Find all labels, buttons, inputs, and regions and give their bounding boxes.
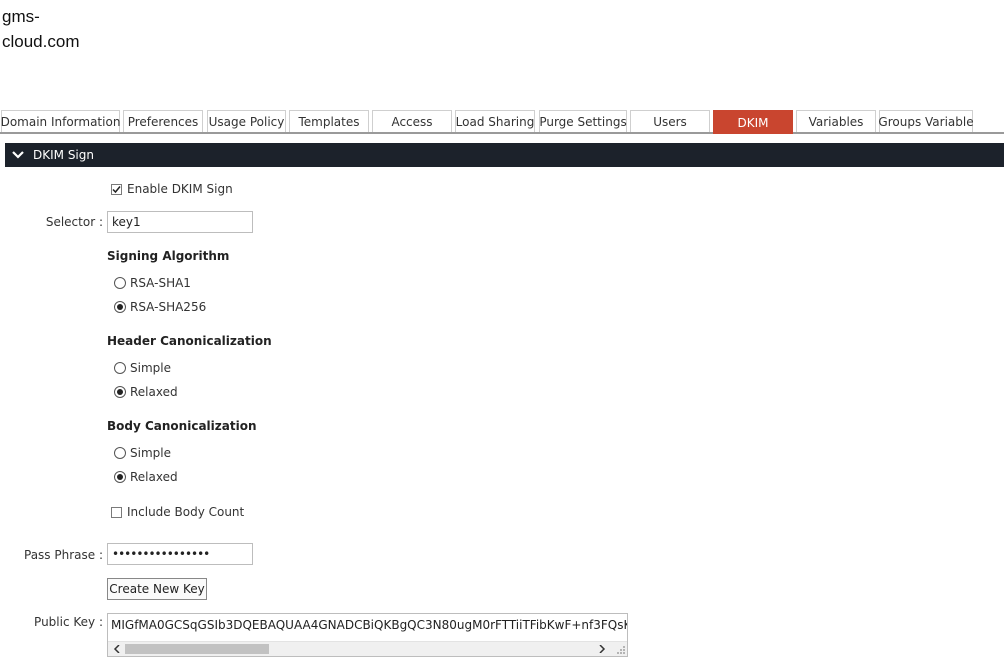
include-body-count-row[interactable]: Include Body Count (111, 504, 244, 520)
horizontal-scrollbar[interactable] (108, 641, 627, 656)
radio-button[interactable] (114, 386, 126, 398)
section-title: DKIM Sign (33, 148, 94, 162)
include-body-count-label: Include Body Count (127, 505, 245, 519)
radio-button[interactable] (114, 301, 126, 313)
tab-purge-settings[interactable]: Purge Settings (539, 110, 627, 132)
scroll-left-arrow-icon[interactable] (110, 643, 124, 655)
tab-templates[interactable]: Templates (289, 110, 369, 132)
public-key-value: MIGfMA0GCSqGSIb3DQEBAQUAA4GNADCBiQKBgQC3… (111, 618, 628, 632)
radio-label: Simple (130, 361, 171, 375)
radio-button[interactable] (114, 471, 126, 483)
include-body-count-checkbox[interactable] (111, 506, 122, 518)
tab-dkim[interactable]: DKIM (713, 110, 793, 134)
pass-phrase-input[interactable]: •••••••••••••••• (107, 543, 253, 565)
radio-label: Relaxed (130, 385, 178, 399)
radio-header-relaxed[interactable]: Relaxed (114, 384, 178, 400)
enable-dkim-row[interactable]: Enable DKIM Sign (111, 181, 233, 197)
radio-button[interactable] (114, 447, 126, 459)
body-canonicalization-heading: Body Canonicalization (107, 419, 257, 433)
tab-groups-variable[interactable]: Groups Variable (878, 110, 974, 132)
domain-title: gms- cloud.com (2, 4, 122, 54)
tab-domain-information[interactable]: Domain Information (1, 110, 120, 132)
pass-phrase-label: Pass Phrase : (24, 548, 103, 562)
radio-header-simple[interactable]: Simple (114, 360, 171, 376)
scrollbar-thumb[interactable] (125, 644, 269, 654)
tab-access[interactable]: Access (372, 110, 452, 132)
radio-label: RSA-SHA1 (130, 276, 191, 290)
section-header-dkim-sign[interactable]: DKIM Sign (5, 143, 1004, 167)
radio-button[interactable] (114, 362, 126, 374)
header-canonicalization-heading: Header Canonicalization (107, 334, 272, 348)
tab-usage-policy[interactable]: Usage Policy (207, 110, 286, 132)
tab-bar: Domain Information Preferences Usage Pol… (0, 110, 1004, 134)
tab-preferences[interactable]: Preferences (123, 110, 203, 132)
chevron-down-icon (12, 151, 24, 159)
radio-label: RSA-SHA256 (130, 300, 207, 314)
tab-variables[interactable]: Variables (796, 110, 876, 132)
scroll-right-arrow-icon[interactable] (595, 643, 609, 655)
enable-dkim-checkbox[interactable] (111, 183, 122, 195)
signing-algorithm-heading: Signing Algorithm (107, 249, 230, 263)
domain-title-line2: cloud.com (2, 32, 80, 51)
radio-label: Relaxed (130, 470, 178, 484)
radio-body-relaxed[interactable]: Relaxed (114, 469, 178, 485)
checkmark-icon (112, 185, 121, 193)
radio-button[interactable] (114, 277, 126, 289)
create-new-key-button[interactable]: Create New Key (107, 578, 207, 600)
radio-rsa-sha256[interactable]: RSA-SHA256 (114, 299, 206, 315)
tab-load-sharing[interactable]: Load Sharing (455, 110, 535, 132)
public-key-label: Public Key : (34, 615, 103, 629)
domain-title-line1: gms- (2, 7, 40, 26)
radio-body-simple[interactable]: Simple (114, 445, 171, 461)
tab-users[interactable]: Users (630, 110, 710, 132)
radio-rsa-sha1[interactable]: RSA-SHA1 (114, 275, 191, 291)
enable-dkim-label: Enable DKIM Sign (127, 182, 233, 196)
public-key-textarea[interactable]: MIGfMA0GCSqGSIb3DQEBAQUAA4GNADCBiQKBgQC3… (107, 613, 628, 657)
resize-grip-icon[interactable] (616, 645, 626, 655)
selector-label: Selector : (45, 215, 103, 229)
radio-label: Simple (130, 446, 171, 460)
selector-input[interactable]: key1 (107, 211, 253, 233)
